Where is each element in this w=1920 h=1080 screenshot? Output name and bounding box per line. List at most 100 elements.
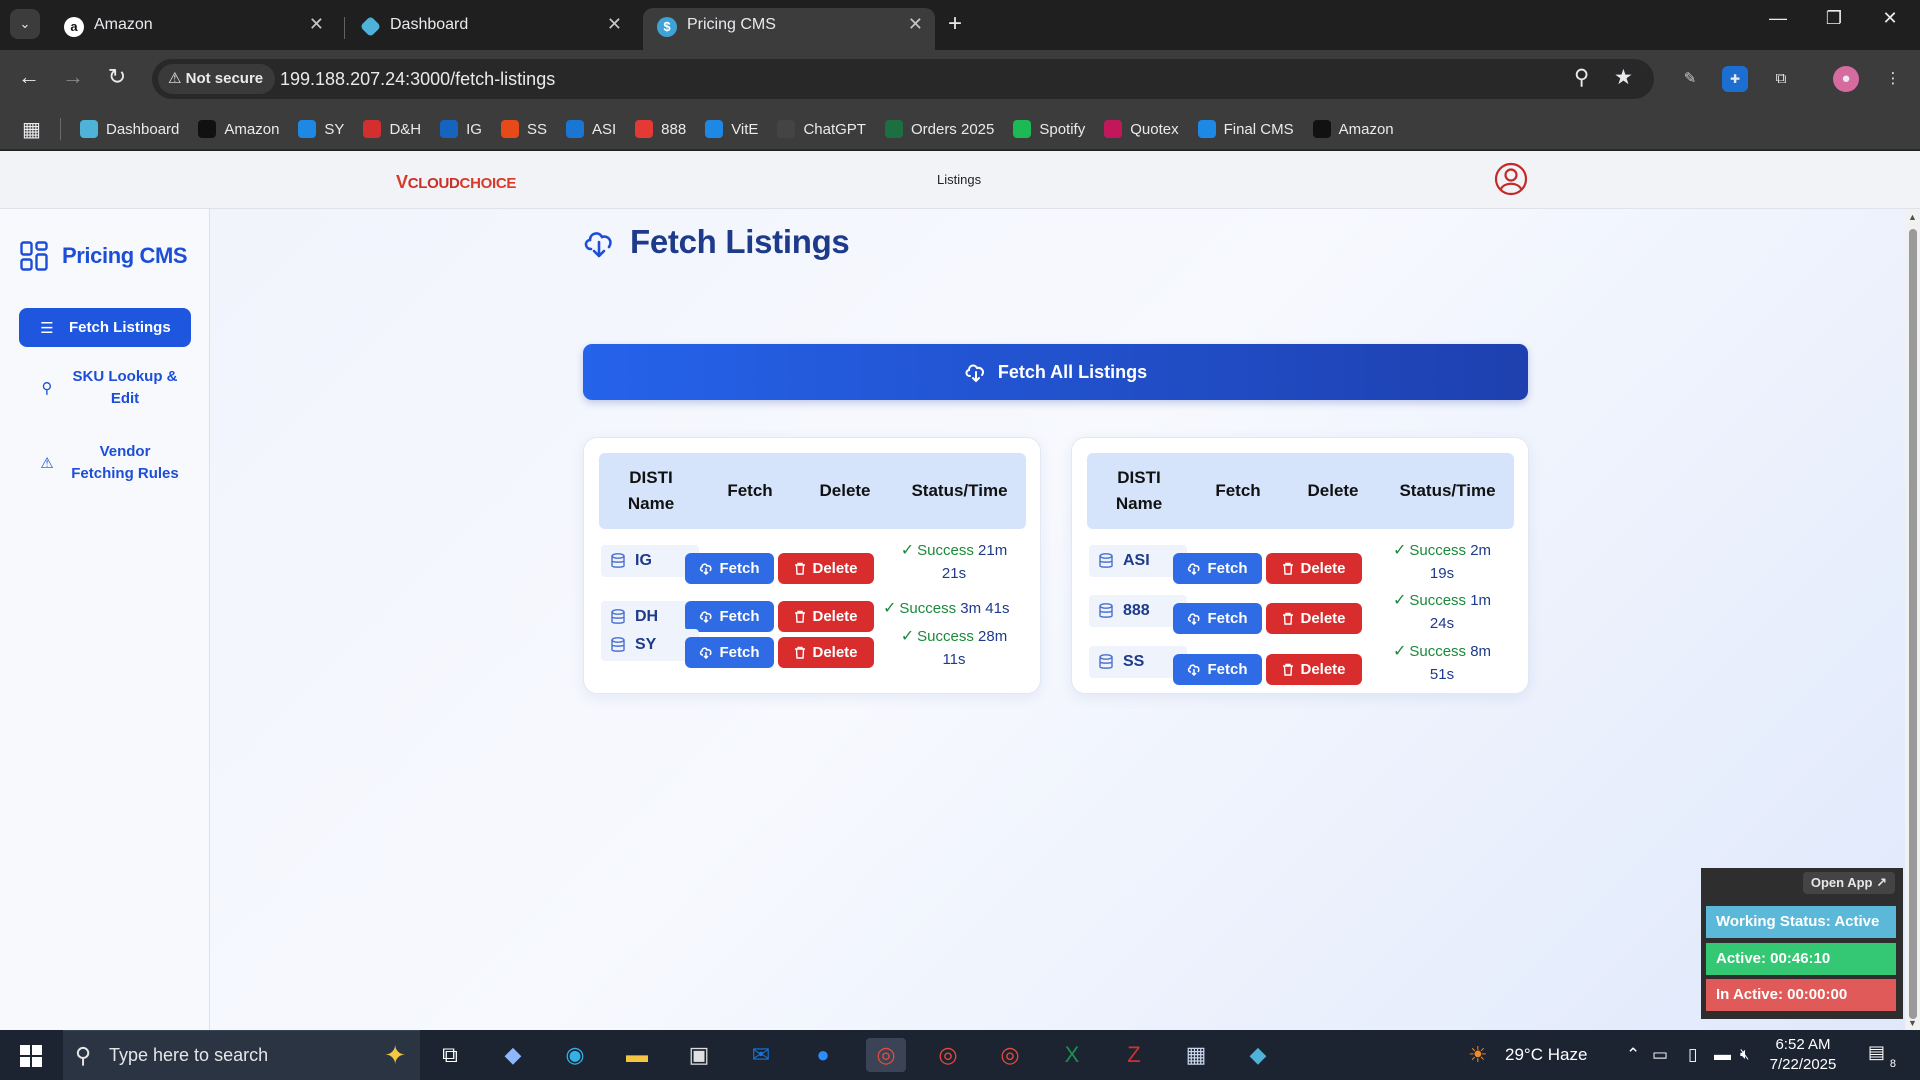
- delete-button[interactable]: Delete: [778, 553, 874, 584]
- plus-extension-icon[interactable]: ✚: [1722, 66, 1748, 92]
- fetch-button[interactable]: Fetch: [1173, 553, 1262, 584]
- page-scrollbar[interactable]: ▲ ▼: [1905, 209, 1920, 1030]
- zoom-icon[interactable]: ●: [803, 1038, 843, 1072]
- feather-extension-icon[interactable]: ✎: [1677, 66, 1703, 92]
- volume-muted-icon[interactable]: 🔇︎: [1740, 1030, 1749, 1080]
- microsoft-store-icon[interactable]: ▣: [679, 1038, 719, 1072]
- cloudchoice-logo[interactable]: VCLOUDCHOICE: [396, 172, 516, 193]
- close-icon[interactable]: ✕: [908, 14, 923, 35]
- fetch-label: Fetch: [1207, 560, 1248, 577]
- asi-icon: [565, 120, 584, 138]
- delete-button[interactable]: Delete: [1266, 553, 1362, 584]
- delete-button[interactable]: Delete: [1266, 654, 1362, 685]
- site-info-button[interactable]: ⚠ Not secure: [158, 64, 276, 94]
- taskbar-search[interactable]: ⚲ Type here to search ✦: [63, 1030, 420, 1080]
- bookmark-item[interactable]: 888: [635, 120, 686, 138]
- apps-grid-icon[interactable]: ▦: [22, 117, 41, 142]
- user-profile-icon[interactable]: [1494, 162, 1528, 196]
- fetch-button[interactable]: Fetch: [1173, 654, 1262, 685]
- forward-button[interactable]: →: [58, 64, 88, 90]
- bookmark-item[interactable]: Quotex: [1104, 120, 1179, 138]
- delete-button[interactable]: Delete: [1266, 603, 1362, 634]
- nav-listings-link[interactable]: Listings: [937, 172, 981, 187]
- profile-avatar[interactable]: ●: [1833, 66, 1859, 92]
- scroll-up-arrow-icon[interactable]: ▲: [1908, 212, 1917, 222]
- bookmark-item[interactable]: Orders 2025: [884, 120, 994, 138]
- task-view-icon[interactable]: ⧉: [430, 1038, 470, 1072]
- bookmark-item[interactable]: SS: [500, 120, 547, 138]
- bookmark-label: Amazon: [1338, 120, 1394, 138]
- new-tab-button[interactable]: +: [948, 10, 962, 38]
- bookmark-item[interactable]: Spotify: [1013, 120, 1085, 138]
- bookmark-item[interactable]: Final CMS: [1197, 120, 1294, 138]
- back-button[interactable]: ←: [14, 64, 44, 90]
- sidebar-item-vendor-rules[interactable]: ⚠ Vendor Fetching Rules: [19, 441, 191, 485]
- clock-time: 6:52 AM: [1775, 1036, 1831, 1053]
- edge-browser-icon[interactable]: ◉: [555, 1038, 595, 1072]
- bookmark-item[interactable]: Amazon: [1312, 120, 1394, 138]
- bookmark-item[interactable]: D&H: [363, 120, 421, 138]
- fetch-button[interactable]: Fetch: [1173, 603, 1262, 634]
- taskbar-clock[interactable]: 6:52 AM 7/22/2025: [1758, 1035, 1848, 1075]
- bookmark-item[interactable]: ChatGPT: [777, 120, 866, 138]
- device-icon[interactable]: ▯: [1688, 1030, 1697, 1080]
- calculator-icon[interactable]: ▦: [1176, 1038, 1216, 1072]
- windows-start-icon[interactable]: [20, 1045, 42, 1067]
- filezilla-icon[interactable]: Z: [1114, 1038, 1154, 1072]
- close-icon[interactable]: ✕: [309, 14, 324, 35]
- copilot-icon[interactable]: ◆: [493, 1038, 533, 1072]
- tab-amazon[interactable]: a Amazon ✕: [50, 8, 336, 50]
- restore-button[interactable]: ❐: [1814, 8, 1854, 29]
- clock-date: 7/22/2025: [1769, 1056, 1837, 1073]
- bookmark-item[interactable]: IG: [440, 120, 482, 138]
- bookmark-item[interactable]: VitE: [705, 120, 758, 138]
- weather-text[interactable]: 29°C Haze: [1505, 1030, 1587, 1080]
- fetch-all-listings-button[interactable]: Fetch All Listings: [583, 344, 1528, 400]
- fetch-button[interactable]: Fetch: [685, 637, 774, 668]
- reload-button[interactable]: ↻: [102, 64, 132, 90]
- header-status-time: Status/Time: [1399, 481, 1496, 500]
- tab-search-dropdown[interactable]: ⌄: [10, 9, 40, 39]
- chrome-profile-icon[interactable]: ◎: [928, 1038, 968, 1072]
- minimize-button[interactable]: —: [1758, 8, 1798, 29]
- tab-dashboard[interactable]: Dashboard ✕: [346, 8, 634, 50]
- file-explorer-icon[interactable]: ▬: [617, 1038, 657, 1072]
- outlook-icon[interactable]: ✉: [741, 1038, 781, 1072]
- bookmark-item[interactable]: ASI: [565, 120, 616, 138]
- tray-overflow-icon[interactable]: ⌃: [1626, 1030, 1640, 1080]
- menu-kebab-icon[interactable]: ⋮: [1880, 66, 1906, 92]
- close-window-button[interactable]: ✕: [1870, 8, 1910, 29]
- display-icon[interactable]: ▭: [1652, 1030, 1668, 1080]
- diamond-app-icon[interactable]: ◆: [1238, 1038, 1278, 1072]
- bookmark-star-icon[interactable]: ★: [1614, 65, 1633, 90]
- sidebar-item-sku-lookup[interactable]: ⚲ SKU Lookup & Edit: [19, 366, 191, 410]
- bookmark-item[interactable]: SY: [298, 120, 344, 138]
- url-text[interactable]: 199.188.207.24:3000/fetch-listings: [280, 69, 555, 90]
- fetch-button[interactable]: Fetch: [685, 553, 774, 584]
- bookmark-item[interactable]: Dashboard: [80, 120, 179, 138]
- excel-icon[interactable]: X: [1052, 1038, 1092, 1072]
- zoom-icon[interactable]: ⚲: [1574, 65, 1589, 90]
- tab-pricing-cms[interactable]: $ Pricing CMS ✕: [643, 8, 935, 50]
- delete-button[interactable]: Delete: [778, 601, 874, 632]
- 888-icon: [635, 120, 654, 138]
- notification-center-icon[interactable]: ▤ 8: [1868, 1042, 1896, 1070]
- bookmark-item[interactable]: Amazon: [198, 120, 279, 138]
- scroll-thumb[interactable]: [1909, 229, 1917, 1019]
- address-bar[interactable]: ⚠ Not secure 199.188.207.24:3000/fetch-l…: [152, 59, 1654, 99]
- fetch-label: Fetch: [719, 644, 760, 661]
- close-icon[interactable]: ✕: [607, 14, 622, 35]
- fetch-button[interactable]: Fetch: [685, 601, 774, 632]
- chrome-icon[interactable]: ◎: [866, 1038, 906, 1072]
- open-app-button[interactable]: Open App ↗: [1802, 872, 1895, 894]
- sidebar-item-fetch-listings[interactable]: ☰ Fetch Listings: [19, 308, 191, 347]
- database-icon: [1099, 553, 1113, 568]
- scroll-down-arrow-icon[interactable]: ▼: [1908, 1018, 1917, 1028]
- delete-button[interactable]: Delete: [778, 637, 874, 668]
- weather-icon[interactable]: ☀: [1468, 1030, 1488, 1080]
- brand-title: Pricing CMS: [62, 243, 188, 268]
- battery-icon[interactable]: ▬: [1714, 1030, 1731, 1080]
- extensions-puzzle-icon[interactable]: ⧉: [1768, 66, 1794, 92]
- copilot-sparkle-icon: ✦: [384, 1040, 406, 1070]
- chrome-alt-icon[interactable]: ◎: [990, 1038, 1030, 1072]
